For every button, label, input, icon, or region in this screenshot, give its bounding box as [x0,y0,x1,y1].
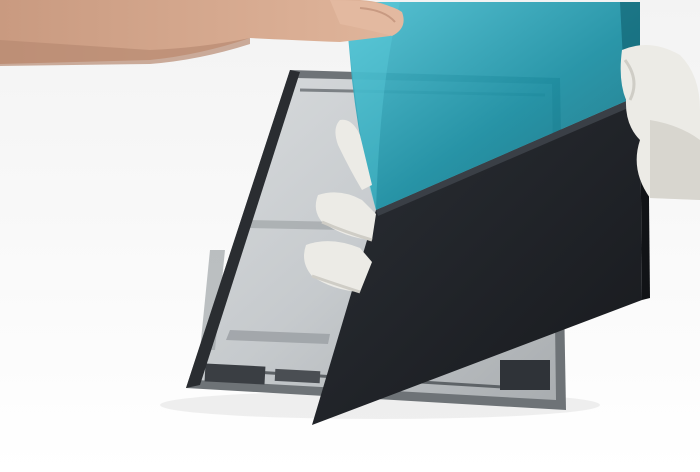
photo-illustration [0,0,700,472]
photo-scene [0,0,700,472]
